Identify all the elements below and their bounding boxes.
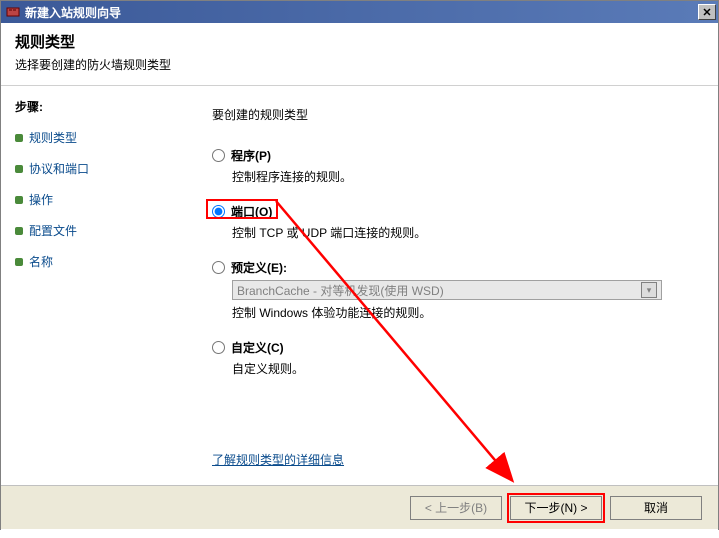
predefined-select[interactable]: BranchCache - 对等机发现(使用 WSD) ▾ (232, 280, 662, 300)
option-predefined-label: 预定义(E): (231, 259, 287, 276)
step-profile[interactable]: 配置文件 (15, 222, 176, 239)
option-port: 端口(O) 控制 TCP 或 UDP 端口连接的规则。 (212, 203, 690, 241)
predefined-select-value: BranchCache - 对等机发现(使用 WSD) (237, 282, 444, 299)
main-prompt: 要创建的规则类型 (212, 106, 690, 123)
step-rule-type[interactable]: 规则类型 (15, 129, 176, 146)
bullet-icon (15, 134, 23, 142)
window-title: 新建入站规则向导 (25, 4, 121, 21)
step-name[interactable]: 名称 (15, 253, 176, 270)
cancel-button[interactable]: 取消 (610, 496, 702, 520)
step-protocol-port[interactable]: 协议和端口 (15, 160, 176, 177)
chevron-down-icon: ▾ (641, 282, 657, 298)
annotation-highlight-port (206, 199, 278, 219)
back-button: < 上一步(B) (410, 496, 502, 520)
steps-sidebar: 步骤: 规则类型 协议和端口 操作 配置文件 名称 (1, 86, 186, 538)
option-custom-desc: 自定义规则。 (232, 360, 690, 377)
steps-label: 步骤: (15, 98, 176, 115)
option-predefined-desc: 控制 Windows 体验功能连接的规则。 (232, 304, 690, 321)
option-predefined: 预定义(E): BranchCache - 对等机发现(使用 WSD) ▾ 控制… (212, 259, 690, 321)
radio-program[interactable] (212, 149, 225, 162)
wizard-header: 规则类型 选择要创建的防火墙规则类型 (1, 23, 718, 86)
option-custom-label: 自定义(C) (231, 339, 284, 356)
wizard-window: 新建入站规则向导 ✕ 规则类型 选择要创建的防火墙规则类型 步骤: 规则类型 协… (0, 0, 719, 530)
learn-more-link[interactable]: 了解规则类型的详细信息 (212, 451, 344, 468)
option-program: 程序(P) 控制程序连接的规则。 (212, 147, 690, 185)
app-icon (5, 4, 21, 20)
bullet-icon (15, 227, 23, 235)
titlebar: 新建入站规则向导 ✕ (1, 1, 718, 23)
option-port-desc: 控制 TCP 或 UDP 端口连接的规则。 (232, 224, 690, 241)
bullet-icon (15, 196, 23, 204)
main-panel: 要创建的规则类型 程序(P) 控制程序连接的规则。 端口(O) 控制 TCP 或… (186, 86, 718, 538)
option-custom: 自定义(C) 自定义规则。 (212, 339, 690, 377)
option-program-desc: 控制程序连接的规则。 (232, 168, 690, 185)
bullet-icon (15, 165, 23, 173)
next-button[interactable]: 下一步(N) > (510, 496, 602, 520)
wizard-footer: < 上一步(B) 下一步(N) > 取消 (1, 485, 718, 529)
bullet-icon (15, 258, 23, 266)
radio-custom[interactable] (212, 341, 225, 354)
page-title: 规则类型 (15, 31, 704, 52)
wizard-body: 步骤: 规则类型 协议和端口 操作 配置文件 名称 要创建的规则类型 程序(P)… (1, 86, 718, 538)
step-action[interactable]: 操作 (15, 191, 176, 208)
option-program-label: 程序(P) (231, 147, 271, 164)
radio-predefined[interactable] (212, 261, 225, 274)
page-subtitle: 选择要创建的防火墙规则类型 (15, 56, 704, 73)
close-button[interactable]: ✕ (698, 4, 716, 20)
